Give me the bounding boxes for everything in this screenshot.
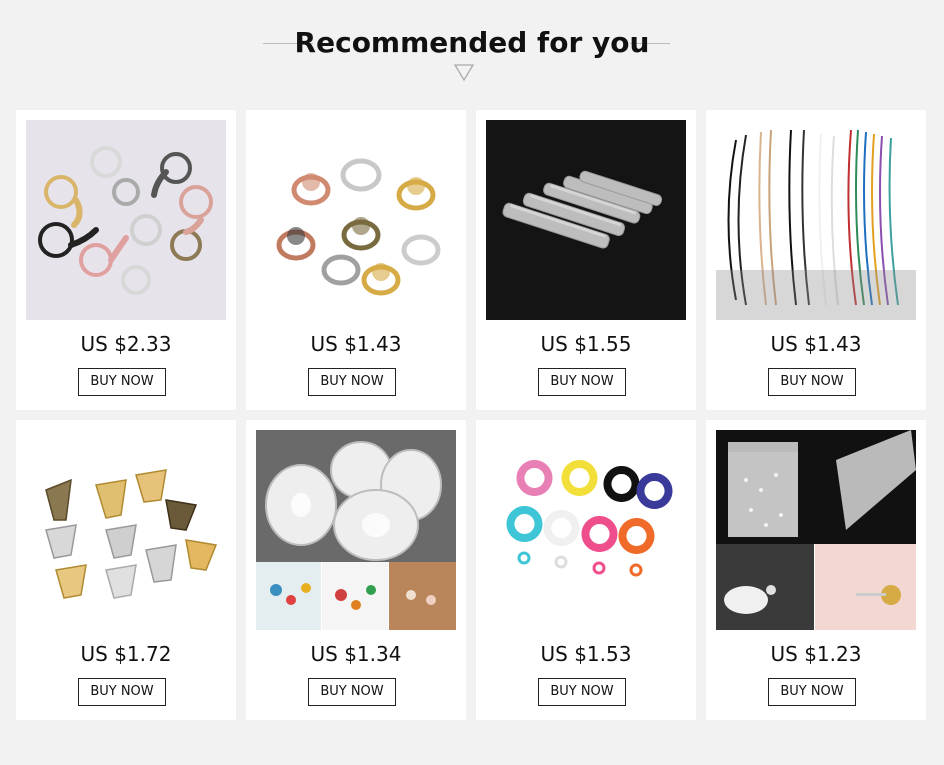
down-triangle-icon <box>454 64 474 82</box>
product-card[interactable]: US $1.53 BUY NOW <box>476 420 696 720</box>
filigree-bead-caps-image[interactable] <box>26 430 226 630</box>
wax-cord-necklaces-image[interactable] <box>716 120 916 320</box>
buy-now-button[interactable]: BUY NOW <box>78 678 166 706</box>
buy-now-button[interactable]: BUY NOW <box>308 678 396 706</box>
buy-now-button[interactable]: BUY NOW <box>308 368 396 396</box>
product-price: US $1.55 <box>540 332 632 356</box>
hair-clip-blanks-image[interactable] <box>486 120 686 320</box>
buy-now-button[interactable]: BUY NOW <box>768 368 856 396</box>
product-price: US $1.23 <box>770 642 862 666</box>
section-title: Recommended for you <box>294 26 650 59</box>
buy-now-button[interactable]: BUY NOW <box>538 368 626 396</box>
product-card[interactable]: US $2.33 BUY NOW <box>16 110 236 410</box>
product-grid: US $2.33 BUY NOW US $1.43 BUY NOW US $1.… <box>16 110 928 720</box>
elastic-thread-spools-image[interactable] <box>256 430 456 630</box>
keychain-rings-image[interactable] <box>26 120 226 320</box>
product-card[interactable]: US $1.43 BUY NOW <box>706 110 926 410</box>
buy-now-button[interactable]: BUY NOW <box>538 678 626 706</box>
earring-stoppers-image[interactable] <box>716 430 916 630</box>
ring-base-blanks-image[interactable] <box>256 120 456 320</box>
lobster-clasps-image[interactable] <box>486 430 686 630</box>
product-price: US $1.43 <box>770 332 862 356</box>
product-price: US $1.72 <box>80 642 172 666</box>
section-header: Recommended for you <box>0 0 944 100</box>
buy-now-button[interactable]: BUY NOW <box>768 678 856 706</box>
product-card[interactable]: US $1.72 BUY NOW <box>16 420 236 720</box>
product-price: US $1.43 <box>310 332 402 356</box>
product-price: US $1.53 <box>540 642 632 666</box>
buy-now-button[interactable]: BUY NOW <box>78 368 166 396</box>
product-price: US $1.34 <box>310 642 402 666</box>
product-card[interactable]: US $1.23 BUY NOW <box>706 420 926 720</box>
product-card[interactable]: US $1.55 BUY NOW <box>476 110 696 410</box>
product-card[interactable]: US $1.43 BUY NOW <box>246 110 466 410</box>
product-card[interactable]: US $1.34 BUY NOW <box>246 420 466 720</box>
product-price: US $2.33 <box>80 332 172 356</box>
